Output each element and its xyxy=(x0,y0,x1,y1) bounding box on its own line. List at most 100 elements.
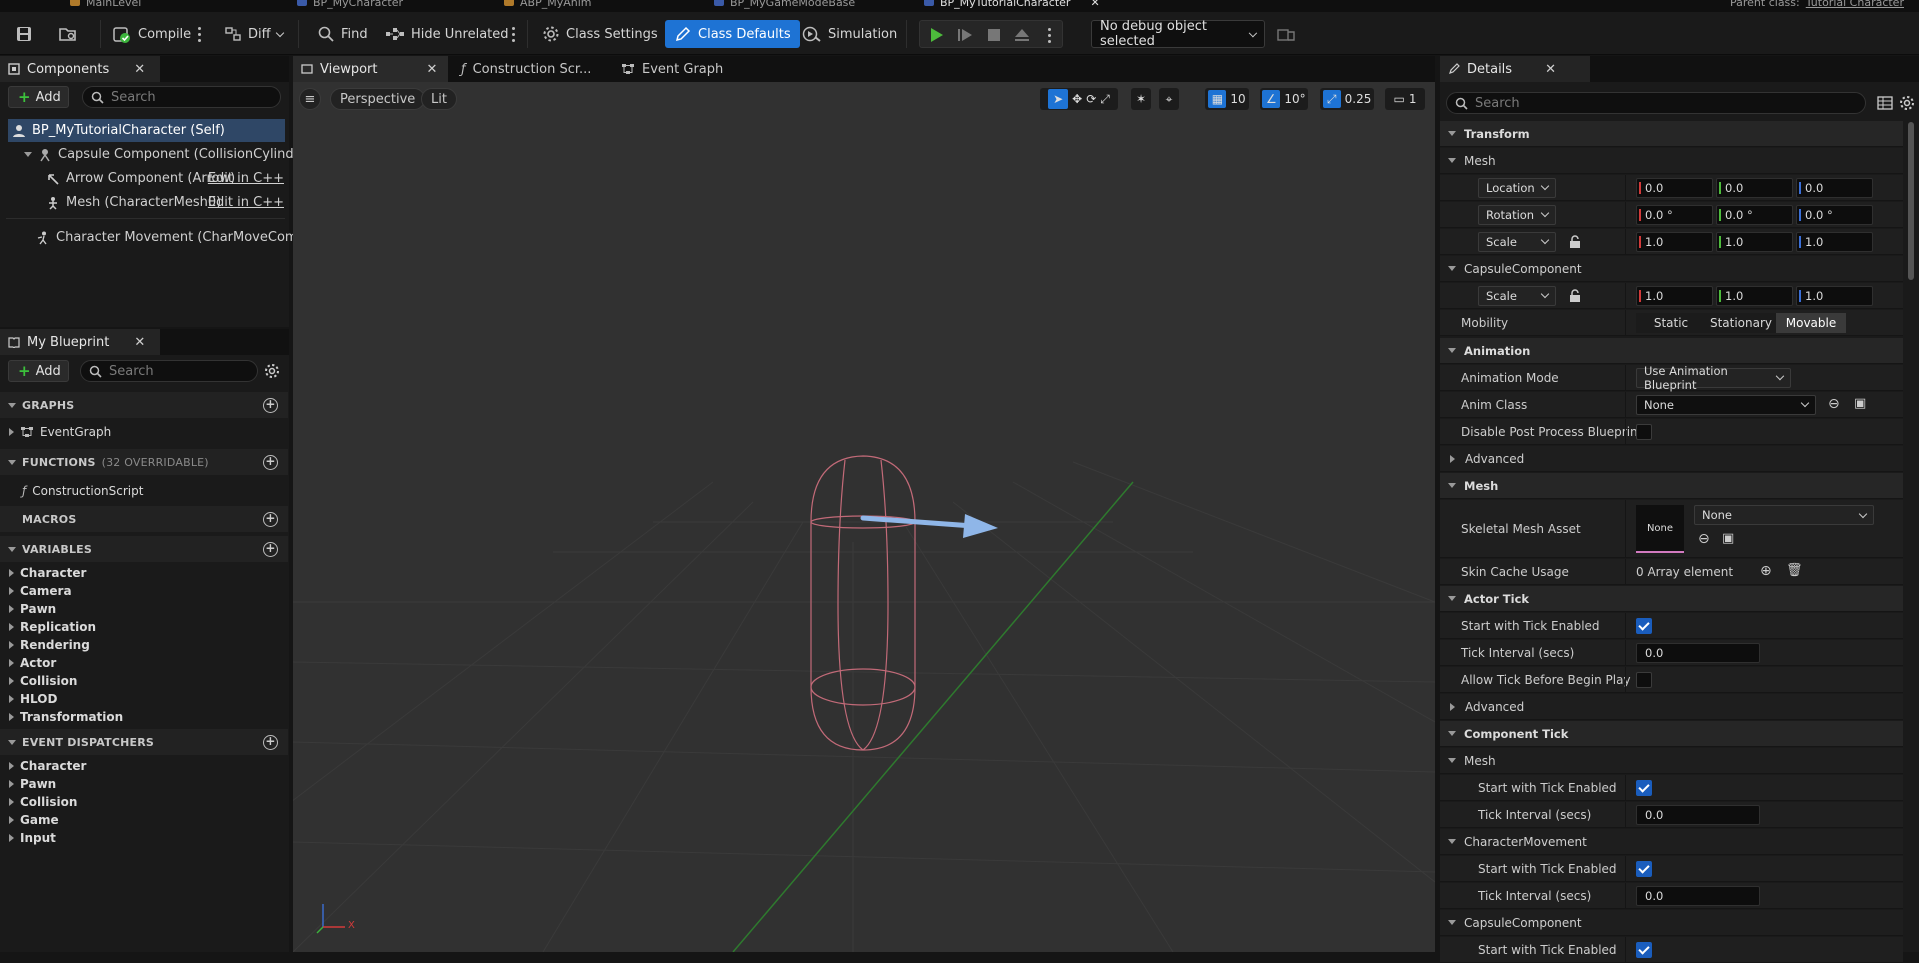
stop-icon[interactable] xyxy=(986,27,1002,43)
class-defaults-button[interactable]: Class Defaults xyxy=(665,20,800,48)
doc-tab-abp-myanim[interactable]: ABP_MyAnim xyxy=(504,0,591,10)
play-icon[interactable] xyxy=(928,27,944,43)
level-viewport[interactable]: X ≡ Perspective Lit ➤ ✥ ⟳ ⤢ ✶ ⌖ ▦ 10 ∠ 10°… xyxy=(293,82,1435,952)
mobility-movable[interactable]: Movable xyxy=(1776,312,1846,333)
actor-tick-advanced[interactable]: Advanced xyxy=(1440,694,1903,720)
location-y-field[interactable]: 0.0 xyxy=(1716,177,1793,198)
ct-cm-interval-field[interactable]: 0.0 xyxy=(1636,885,1760,906)
ct-mesh-start-checkbox[interactable] xyxy=(1636,780,1652,796)
component-item-character-movement[interactable]: Character Movement (CharMoveComp) xyxy=(36,226,311,249)
scale-snap-toggle[interactable]: ⤢ 0.25 xyxy=(1320,88,1374,110)
scale-x-field[interactable]: 1.0 xyxy=(1636,231,1713,252)
mobility-static[interactable]: Static xyxy=(1636,312,1706,333)
tab-details[interactable]: Details ✕ xyxy=(1440,56,1590,82)
my-blueprint-search-input[interactable]: Search xyxy=(80,360,258,382)
add-component-button[interactable]: + Add xyxy=(8,86,69,108)
graph-item-eventgraph[interactable]: EventGraph xyxy=(0,423,111,441)
camera-speed-button[interactable]: ▭ 1 xyxy=(1385,88,1425,110)
add-member-button[interactable]: + Add xyxy=(8,360,69,382)
expand-icon[interactable] xyxy=(24,152,32,157)
scale-y-field[interactable]: 1.0 xyxy=(1716,231,1793,252)
rotation-snap-toggle[interactable]: ∠ 10° xyxy=(1260,88,1308,110)
tab-my-blueprint[interactable]: My Blueprint ✕ xyxy=(0,329,160,355)
simulation-button[interactable]: Simulation xyxy=(802,20,897,48)
doc-tab-bp-mygamemodebase[interactable]: BP_MyGameModeBase xyxy=(714,0,855,10)
gear-icon[interactable] xyxy=(1899,95,1915,111)
dispatcher-category[interactable]: Game xyxy=(0,811,59,829)
eject-icon[interactable] xyxy=(1014,27,1030,43)
use-selected-icon[interactable]: ⊖ xyxy=(1828,396,1840,412)
hide-unrelated-button[interactable]: Hide Unrelated xyxy=(385,20,509,48)
capsule-scale-x-field[interactable]: 1.0 xyxy=(1636,285,1713,306)
ct-capsule-subheader[interactable]: CapsuleComponent xyxy=(1440,910,1903,936)
edit-in-cpp-link[interactable]: Edit in C++ xyxy=(208,195,284,210)
table-view-icon[interactable] xyxy=(1877,95,1893,111)
save-button[interactable] xyxy=(15,20,33,48)
dispatcher-category[interactable]: Pawn xyxy=(0,775,56,793)
close-icon[interactable]: ✕ xyxy=(427,62,438,77)
tick-interval-field[interactable]: 0.0 xyxy=(1636,642,1760,663)
select-tool-icon[interactable]: ➤ xyxy=(1048,89,1069,109)
compile-button[interactable]: Compile xyxy=(112,20,191,48)
anim-class-select[interactable]: None xyxy=(1636,394,1816,415)
debug-object-select[interactable]: No debug object selected xyxy=(1091,19,1265,49)
variable-category[interactable]: HLOD xyxy=(0,690,57,708)
event-dispatchers-section-header[interactable]: EVENT DISPATCHERS + xyxy=(0,729,288,755)
location-mode-select[interactable]: Location xyxy=(1478,177,1556,198)
add-element-icon[interactable]: ⊕ xyxy=(1760,563,1772,579)
move-tool-icon[interactable]: ✥ xyxy=(1072,92,1082,106)
variable-category[interactable]: Camera xyxy=(0,582,72,600)
location-z-field[interactable]: 0.0 xyxy=(1796,177,1873,198)
tab-viewport[interactable]: Viewport ✕ xyxy=(293,56,448,82)
coordinate-system-icon[interactable]: ✶ xyxy=(1131,88,1151,110)
animation-mode-select[interactable]: Use Animation Blueprint xyxy=(1636,364,1791,392)
lock-icon[interactable] xyxy=(1568,289,1582,303)
perspective-button[interactable]: Perspective xyxy=(330,88,426,110)
rotate-tool-icon[interactable]: ⟳ xyxy=(1086,92,1096,106)
rotation-mode-select[interactable]: Rotation xyxy=(1478,204,1556,225)
class-settings-button[interactable]: Class Settings xyxy=(542,20,658,48)
doc-tab-bp-mytutorialcharacter[interactable]: BP_MyTutorialCharacter ✕ xyxy=(924,0,1100,10)
close-icon[interactable]: ✕ xyxy=(1545,62,1556,77)
browse-asset-icon[interactable]: ▣ xyxy=(1722,531,1734,546)
close-icon[interactable]: ✕ xyxy=(134,335,145,350)
lock-icon[interactable] xyxy=(1568,235,1582,249)
tab-event-graph[interactable]: Event Graph xyxy=(613,56,733,82)
variables-section-header[interactable]: VARIABLES + xyxy=(0,536,288,562)
ct-cm-start-checkbox[interactable] xyxy=(1636,861,1652,877)
doc-tab-bp-mycharacter[interactable]: BP_MyCharacter xyxy=(297,0,403,10)
grid-snap-toggle[interactable]: ▦ 10 xyxy=(1205,88,1249,110)
add-dispatcher-icon[interactable]: + xyxy=(263,734,278,750)
browse-asset-icon[interactable]: ▣ xyxy=(1854,396,1866,411)
lit-button[interactable]: Lit xyxy=(421,88,457,110)
debug-filter-icon[interactable] xyxy=(1277,28,1295,42)
ct-cap-start-checkbox[interactable] xyxy=(1636,942,1652,958)
skeletal-mesh-thumbnail[interactable]: None xyxy=(1636,505,1684,553)
mobility-stationary[interactable]: Stationary xyxy=(1706,312,1776,333)
variable-category[interactable]: Actor xyxy=(0,654,56,672)
transform-mesh-subheader[interactable]: Mesh xyxy=(1440,148,1903,174)
variable-category[interactable]: Collision xyxy=(0,672,77,690)
allow-tick-checkbox[interactable] xyxy=(1636,672,1652,688)
start-tick-checkbox[interactable] xyxy=(1636,618,1652,634)
variable-category[interactable]: Rendering xyxy=(0,636,90,654)
animation-advanced[interactable]: Advanced xyxy=(1440,446,1903,472)
component-tick-category[interactable]: Component Tick xyxy=(1440,721,1903,747)
skeletal-mesh-select[interactable]: None xyxy=(1694,505,1874,525)
play-options-icon[interactable] xyxy=(1044,21,1054,49)
capsule-scale-mode-select[interactable]: Scale xyxy=(1478,285,1556,306)
edit-in-cpp-link[interactable]: Edit in C++ xyxy=(208,171,284,186)
actor-tick-category[interactable]: Actor Tick xyxy=(1440,586,1903,612)
dispatcher-category[interactable]: Character xyxy=(0,757,86,775)
trash-icon[interactable]: 🗑 xyxy=(1786,563,1803,578)
component-item-self[interactable]: BP_MyTutorialCharacter (Self) xyxy=(8,119,285,142)
doc-tab-mainlevel[interactable]: MainLevel xyxy=(70,0,141,10)
variable-category[interactable]: Replication xyxy=(0,618,96,636)
add-function-icon[interactable]: + xyxy=(263,454,278,470)
disable-pp-checkbox[interactable] xyxy=(1636,424,1652,440)
use-selected-icon[interactable]: ⊖ xyxy=(1698,531,1710,547)
add-macro-icon[interactable]: + xyxy=(263,511,278,527)
location-x-field[interactable]: 0.0 xyxy=(1636,177,1713,198)
variable-category[interactable]: Pawn xyxy=(0,600,56,618)
mesh-category[interactable]: Mesh xyxy=(1440,473,1903,499)
